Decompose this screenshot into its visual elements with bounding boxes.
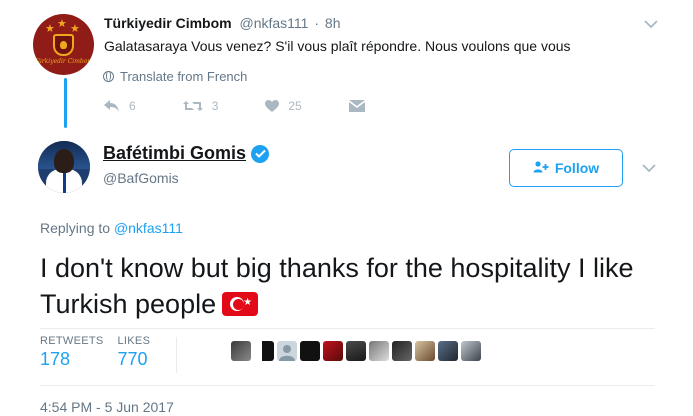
liker-avatar[interactable] — [323, 341, 343, 361]
stats-divider-top — [40, 328, 655, 329]
retweet-icon — [182, 99, 204, 113]
main-display-name-link[interactable]: Bafétimbi Gomis — [103, 143, 270, 164]
liker-avatar[interactable] — [461, 341, 481, 361]
liker-avatar[interactable] — [231, 341, 251, 361]
heart-icon — [264, 99, 280, 113]
dm-action[interactable] — [348, 99, 366, 113]
globe-icon — [103, 71, 114, 82]
liker-avatar[interactable] — [300, 341, 320, 361]
parent-handle[interactable]: @nkfas111 — [239, 15, 308, 31]
stats-divider-bottom — [40, 385, 655, 386]
stats-separator — [176, 337, 178, 373]
avatar-star: ★ — [57, 18, 67, 30]
liker-avatar[interactable] — [392, 341, 412, 361]
likes-label: LIKES — [117, 335, 151, 347]
retweets-value: 178 — [40, 349, 71, 369]
likes-stat[interactable]: LIKES 770 — [118, 335, 151, 373]
liker-avatar[interactable] — [415, 341, 435, 361]
replying-mention-link[interactable]: @nkfas111 — [114, 220, 183, 236]
retweet-action[interactable]: 3 — [182, 99, 219, 113]
main-avatar[interactable] — [38, 141, 90, 193]
translate-label: Translate from French — [120, 69, 248, 84]
main-tweet-body: I don't know but big thanks for the hosp… — [40, 250, 660, 322]
like-count: 25 — [288, 99, 302, 113]
reply-arrow-icon — [103, 99, 121, 113]
separator-dot: · — [314, 15, 320, 31]
liker-avatar[interactable] — [277, 341, 297, 361]
retweets-stat[interactable]: RETWEETS 178 — [40, 335, 104, 373]
tweet-timestamp[interactable]: 4:54 PM - 5 Jun 2017 — [40, 399, 174, 415]
liker-avatar[interactable] — [346, 341, 366, 361]
main-tweet-text: I don't know but big thanks for the hosp… — [40, 253, 634, 319]
avatar-shirt-stripe — [63, 171, 66, 193]
turkey-flag-emoji: ★ — [222, 292, 259, 316]
follow-button[interactable]: Follow — [509, 149, 623, 187]
avatar-crest — [53, 34, 74, 56]
flag-star: ★ — [243, 297, 253, 308]
liker-avatar[interactable] — [369, 341, 389, 361]
replying-to-line: Replying to @nkfas111 — [40, 220, 183, 236]
avatar-star: ★ — [45, 23, 55, 35]
direct-message-icon — [348, 99, 366, 113]
retweets-label: RETWEETS — [40, 335, 104, 347]
main-handle[interactable]: @BafGomis — [103, 170, 179, 186]
chevron-down-icon[interactable] — [642, 160, 656, 178]
main-display-name: Bafétimbi Gomis — [103, 143, 247, 163]
follow-person-plus-icon — [533, 160, 549, 176]
parent-tweet-text: Galatasaraya Vous venez? S'il vous plaît… — [104, 38, 571, 54]
avatar-caption: Türkiyedir Cimbom — [33, 58, 94, 65]
parent-tweet-header: Türkiyedir Cimbom @nkfas111 · 8h — [104, 15, 340, 31]
parent-time[interactable]: 8h — [325, 15, 341, 31]
replying-prefix: Replying to — [40, 220, 111, 236]
verified-badge-icon — [251, 144, 270, 163]
liker-avatar[interactable] — [254, 341, 274, 361]
engagement-stats: RETWEETS 178 LIKES 770 — [40, 335, 193, 373]
follow-label: Follow — [554, 160, 600, 176]
liker-avatars — [231, 341, 481, 361]
liker-avatar[interactable] — [438, 341, 458, 361]
avatar-head — [54, 149, 74, 173]
thread-line — [64, 78, 67, 128]
parent-display-name[interactable]: Türkiyedir Cimbom — [104, 15, 232, 31]
translate-link[interactable]: Translate from French — [103, 69, 247, 84]
reply-count: 6 — [129, 99, 136, 113]
parent-action-bar: 6 3 25 — [103, 99, 412, 113]
reply-action[interactable]: 6 — [103, 99, 136, 113]
parent-avatar[interactable]: ★ ★ ★ Türkiyedir Cimbom — [33, 14, 94, 75]
likes-value: 770 — [117, 349, 148, 369]
like-action[interactable]: 25 — [264, 99, 302, 113]
retweet-count: 3 — [211, 99, 219, 113]
chevron-down-icon[interactable] — [644, 16, 658, 34]
